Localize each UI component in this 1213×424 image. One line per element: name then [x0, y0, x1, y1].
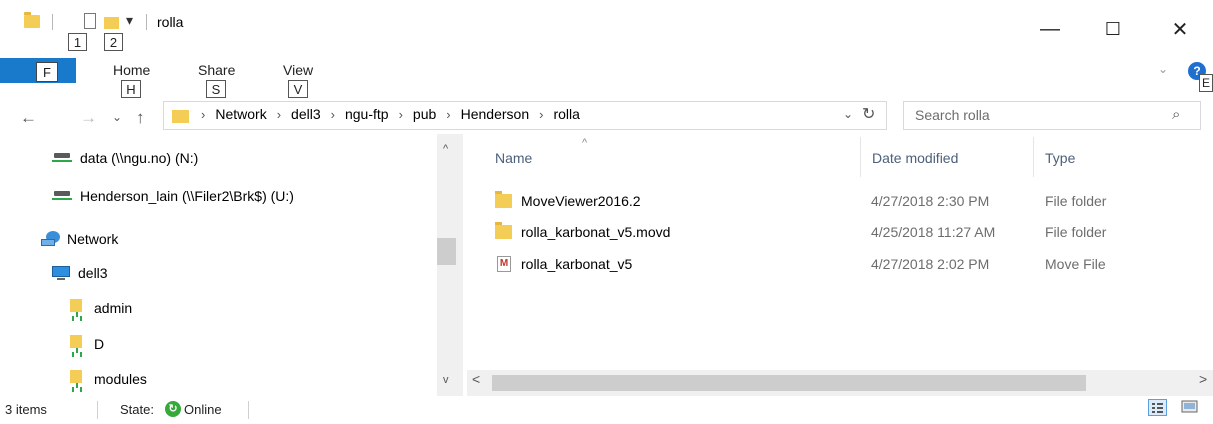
nav-item-network[interactable]: Network — [41, 231, 118, 247]
file-date: 4/27/2018 2:02 PM — [871, 256, 990, 272]
forward-arrow-icon[interactable]: → — [80, 108, 97, 128]
column-divider[interactable] — [860, 137, 861, 177]
status-bar — [0, 396, 1213, 424]
scroll-right-icon[interactable]: > — [1199, 371, 1207, 387]
shared-folder-icon — [70, 335, 84, 353]
file-type: File folder — [1045, 224, 1107, 240]
close-button[interactable]: ✕ — [1150, 0, 1210, 58]
file-date: 4/27/2018 2:30 PM — [871, 193, 990, 209]
nav-item-henderson-drive[interactable]: Henderson_lain (\\Filer2\Brk$) (U:) — [52, 188, 294, 204]
keytip-view: V — [288, 80, 308, 98]
file-list-scroll-thumb[interactable] — [492, 375, 1086, 391]
quick-access-separator — [52, 14, 53, 30]
quick-access-dropdown-icon[interactable]: ▾ — [126, 12, 133, 29]
shared-folder-icon — [70, 299, 84, 317]
ribbon-expand-icon[interactable]: ⌄ — [1158, 62, 1168, 76]
recent-locations-chevron-icon[interactable]: ⌄ — [112, 110, 122, 124]
maximize-button[interactable]: ☐ — [1083, 0, 1143, 58]
file-date: 4/25/2018 11:27 AM — [871, 224, 996, 240]
refresh-icon[interactable]: ↻ — [862, 104, 875, 124]
network-drive-icon — [52, 153, 72, 163]
scroll-left-icon[interactable]: < — [472, 371, 480, 387]
large-icons-view-icon[interactable] — [1180, 399, 1199, 416]
sort-ascending-icon: ^ — [582, 137, 588, 149]
file-name: rolla_karbonat_v5 — [521, 256, 633, 272]
column-header-date-modified[interactable]: Date modified — [872, 150, 958, 166]
scroll-down-icon[interactable]: v — [443, 374, 449, 386]
column-divider[interactable] — [1033, 137, 1034, 177]
tab-home[interactable]: Home — [113, 62, 150, 78]
file-row[interactable]: rolla_karbonat_v5.movd 4/25/2018 11:27 A… — [495, 222, 1195, 244]
folder-icon — [172, 110, 189, 123]
back-arrow-icon[interactable]: ← — [20, 108, 37, 128]
move-file-icon: M — [497, 256, 511, 272]
network-icon — [41, 231, 61, 247]
keytip-help: E — [1199, 74, 1213, 92]
shared-folder-icon — [70, 370, 84, 388]
status-divider — [248, 401, 249, 419]
search-icon[interactable]: ⌕ — [1172, 106, 1180, 123]
folder-icon — [24, 12, 40, 28]
minimize-button[interactable]: — — [1020, 0, 1080, 58]
scroll-up-icon[interactable]: ^ — [443, 143, 448, 155]
computer-icon — [52, 265, 70, 281]
folder-icon — [495, 191, 512, 208]
keytip-share: S — [206, 80, 226, 98]
details-view-icon[interactable] — [1148, 399, 1167, 416]
breadcrumb-pub[interactable]: pub — [413, 106, 436, 122]
nav-item-data-drive[interactable]: data (\\ngu.no) (N:) — [52, 150, 198, 166]
state-label: State: — [120, 402, 154, 417]
file-row[interactable]: M rolla_karbonat_v5 4/27/2018 2:02 PM Mo… — [495, 254, 1195, 276]
properties-icon[interactable] — [84, 13, 96, 29]
file-type: Move File — [1045, 256, 1106, 272]
keytip-2: 2 — [104, 33, 123, 51]
network-drive-icon — [52, 191, 72, 201]
file-row[interactable]: MoveViewer2016.2 4/27/2018 2:30 PM File … — [495, 191, 1195, 213]
title-separator — [146, 14, 147, 30]
keytip-file: F — [36, 62, 58, 82]
breadcrumb: › Network › dell3 › ngu-ftp › pub › Hend… — [201, 106, 580, 122]
nav-item-dell3[interactable]: dell3 — [52, 265, 108, 281]
nav-pane-scrollbar[interactable] — [437, 134, 463, 396]
status-divider — [97, 401, 98, 419]
keytip-home: H — [121, 80, 141, 98]
online-sync-icon: ↻ — [165, 401, 181, 417]
breadcrumb-dell3[interactable]: dell3 — [291, 106, 321, 122]
nav-item-admin[interactable]: admin — [70, 299, 132, 317]
new-folder-icon[interactable] — [104, 17, 119, 29]
tab-view[interactable]: View — [283, 62, 313, 78]
item-count: 3 items — [5, 402, 47, 417]
column-header-name[interactable]: Name — [495, 150, 532, 166]
window-title: rolla — [157, 14, 184, 30]
up-arrow-icon[interactable]: ↑ — [136, 108, 145, 128]
file-type: File folder — [1045, 193, 1107, 209]
nav-item-d[interactable]: D — [70, 335, 104, 353]
column-header-type[interactable]: Type — [1045, 150, 1075, 166]
title-bar: 1 2 ▾ rolla — ☐ ✕ — [0, 0, 1213, 58]
nav-item-modules[interactable]: modules — [70, 370, 147, 388]
nav-pane-scroll-thumb[interactable] — [437, 238, 456, 265]
search-placeholder: Search rolla — [915, 107, 990, 123]
breadcrumb-rolla[interactable]: rolla — [553, 106, 579, 122]
state-value: Online — [184, 402, 222, 417]
breadcrumb-network[interactable]: Network — [215, 106, 266, 122]
breadcrumb-henderson[interactable]: Henderson — [461, 106, 530, 122]
folder-icon — [495, 222, 512, 239]
breadcrumb-ngu-ftp[interactable]: ngu-ftp — [345, 106, 389, 122]
address-dropdown-icon[interactable]: ⌄ — [843, 107, 853, 121]
tab-share[interactable]: Share — [198, 62, 235, 78]
keytip-1: 1 — [68, 33, 87, 51]
file-name: rolla_karbonat_v5.movd — [521, 224, 671, 240]
file-name: MoveViewer2016.2 — [521, 193, 641, 209]
